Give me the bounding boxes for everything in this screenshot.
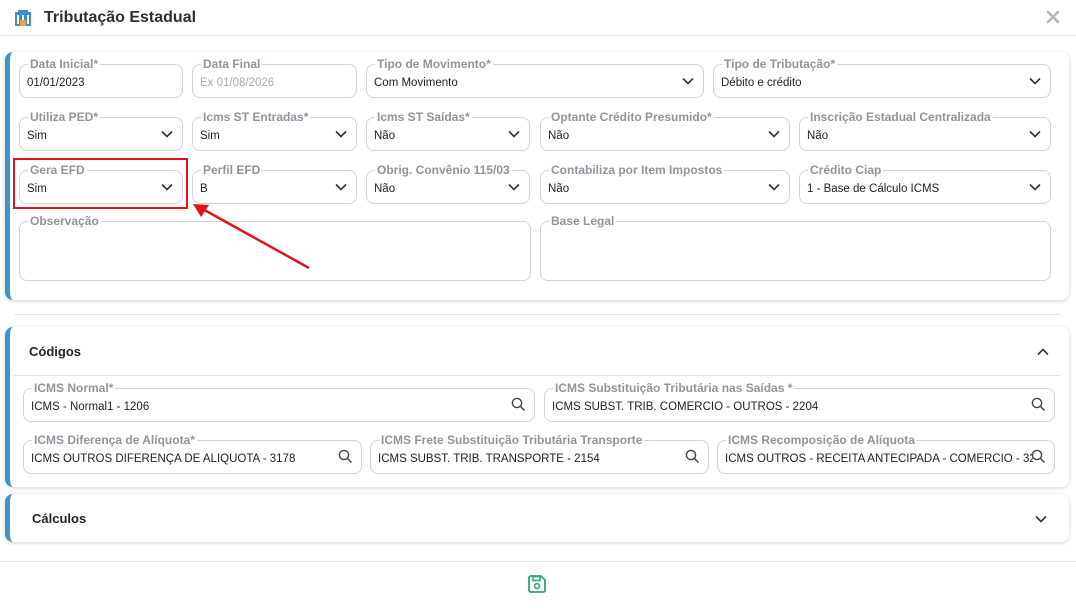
search-icon[interactable] (1031, 449, 1046, 464)
data-inicial-field[interactable]: Data Inicial* 01/01/2023 (19, 57, 183, 98)
highlight-box (13, 158, 188, 209)
field-label: ICMS Substituição Tributária nas Saídas … (553, 381, 795, 395)
field-label: Data Final (201, 57, 263, 71)
field-value: ICMS SUBST. TRIB. TRANSPORTE - 2154 (378, 453, 600, 465)
chevron-down-icon (1029, 77, 1041, 85)
modal-title: Tributação Estadual (44, 8, 197, 26)
field-label: Obrig. Convênio 115/03 (375, 163, 512, 177)
icms-normal-lookup[interactable]: ICMS Normal* ICMS - Normal1 - 1206 (23, 381, 535, 422)
field-label: Icms ST Entradas* (201, 110, 311, 124)
chevron-down-icon (682, 77, 694, 85)
save-icon[interactable] (526, 573, 548, 595)
field-label: Base Legal (549, 214, 617, 228)
icms-diferenca-lookup[interactable]: ICMS Diferença de Alíquota* ICMS OUTROS … (23, 433, 362, 474)
field-label: ICMS Diferença de Alíquota* (32, 433, 197, 447)
field-label: Data Inicial* (28, 57, 101, 71)
modal-header: Tributação Estadual (0, 0, 1076, 36)
close-icon[interactable] (1044, 6, 1062, 28)
field-label: ICMS Recomposição de Alíquota (726, 433, 917, 447)
tipo-movimento-select[interactable]: Tipo de Movimento* Com Movimento (366, 57, 704, 98)
base-legal-textarea[interactable]: Base Legal (540, 214, 1051, 281)
chevron-down-icon (768, 130, 780, 138)
icms-st-entradas-select[interactable]: Icms ST Entradas* Sim (192, 110, 357, 151)
data-final-field[interactable]: Data Final Ex 01/08/2026 (192, 57, 357, 98)
chevron-down-icon[interactable] (1034, 512, 1048, 526)
field-label: Tipo de Tributação* (722, 57, 838, 71)
field-value: B (200, 183, 208, 195)
field-label: Utiliza PED* (28, 110, 101, 124)
inscricao-estadual-select[interactable]: Inscrição Estadual Centralizada Não (799, 110, 1051, 151)
icms-st-saidas-lookup[interactable]: ICMS Substituição Tributária nas Saídas … (544, 381, 1055, 422)
utiliza-ped-select[interactable]: Utiliza PED* Sim (19, 110, 183, 151)
field-value: ICMS - Normal1 - 1206 (31, 401, 150, 413)
icms-frete-st-lookup[interactable]: ICMS Frete Substituição Tributária Trans… (370, 433, 709, 474)
field-label: Inscrição Estadual Centralizada (808, 110, 993, 124)
chevron-down-icon (335, 130, 347, 138)
chevron-down-icon (335, 183, 347, 191)
chevron-down-icon (508, 183, 520, 191)
field-label: Optante Crédito Presumido* (549, 110, 714, 124)
obrig-convenio-select[interactable]: Obrig. Convênio 115/03 Não (366, 163, 530, 204)
footer-divider (0, 561, 1076, 562)
contabiliza-item-select[interactable]: Contabiliza por Item Impostos Não (540, 163, 790, 204)
field-value: Sim (200, 130, 220, 142)
field-value: Não (374, 183, 396, 195)
calculos-card[interactable] (5, 494, 1069, 542)
field-value: ICMS OUTROS - RECEITA ANTECIPADA - COMÉR… (725, 453, 1033, 465)
field-label: Contabiliza por Item Impostos (549, 163, 725, 177)
chevron-down-icon (768, 183, 780, 191)
search-icon[interactable] (338, 449, 353, 464)
annotation-arrow (193, 204, 310, 270)
field-value: Com Movimento (374, 77, 458, 89)
field-value: Não (548, 130, 570, 142)
field-value: Não (548, 183, 570, 195)
building-columns-icon (12, 7, 34, 29)
icms-st-saidas-select[interactable]: Icms ST Saídas* Não (366, 110, 530, 151)
search-icon[interactable] (511, 397, 526, 412)
chevron-down-icon (161, 130, 173, 138)
search-icon[interactable] (685, 449, 700, 464)
field-value: 01/01/2023 (27, 77, 85, 89)
field-label: ICMS Frete Substituição Tributária Trans… (379, 433, 645, 447)
field-label: Observação (28, 214, 101, 228)
optante-credito-select[interactable]: Optante Crédito Presumido* Não (540, 110, 790, 151)
codigos-divider (14, 375, 1060, 376)
field-label: Perfil EFD (201, 163, 263, 177)
field-label: Tipo de Movimento* (375, 57, 493, 71)
field-value: Sim (27, 130, 47, 142)
icms-recomposicao-lookup[interactable]: ICMS Recomposição de Alíquota ICMS OUTRO… (717, 433, 1055, 474)
field-value: 1 - Base de Cálculo ICMS (807, 183, 940, 195)
field-value: ICMS SUBST. TRIB. COMÉRCIO - OUTROS - 22… (552, 401, 819, 413)
field-value: ICMS OUTROS DIFERENÇA DE ALÍQUOTA - 3178 (31, 453, 296, 465)
field-value: Não (807, 130, 829, 142)
field-label: Crédito Ciap (808, 163, 884, 177)
credito-ciap-select[interactable]: Crédito Ciap 1 - Base de Cálculo ICMS (799, 163, 1051, 204)
codigos-section-title: Códigos (29, 344, 81, 359)
section-divider (14, 314, 1060, 315)
chevron-down-icon (1029, 183, 1041, 191)
field-value: Débito e crédito (721, 77, 802, 89)
field-value: Não (374, 130, 396, 142)
field-label: Icms ST Saídas* (375, 110, 472, 124)
calculos-section-title: Cálculos (32, 511, 87, 526)
field-label: ICMS Normal* (32, 381, 116, 395)
chevron-down-icon (508, 130, 520, 138)
chevron-up-icon[interactable] (1036, 345, 1050, 359)
field-placeholder: Ex 01/08/2026 (200, 77, 275, 89)
search-icon[interactable] (1031, 397, 1046, 412)
tipo-tributacao-select[interactable]: Tipo de Tributação* Débito e crédito (713, 57, 1051, 98)
chevron-down-icon (1029, 130, 1041, 138)
